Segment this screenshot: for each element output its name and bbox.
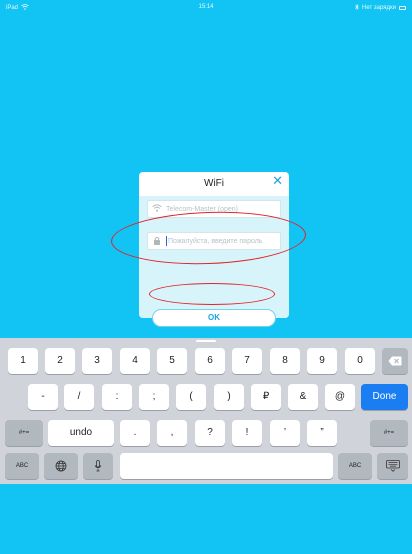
key-exclamation[interactable]: !	[232, 420, 262, 446]
key-4[interactable]: 4	[120, 348, 150, 374]
key-quote[interactable]: ”	[307, 420, 337, 446]
key-colon[interactable]: :	[102, 384, 132, 410]
dialog-title: WiFi	[204, 178, 224, 189]
key-8[interactable]: 8	[270, 348, 300, 374]
key-comma[interactable]: ,	[157, 420, 187, 446]
ok-button[interactable]: OK	[152, 309, 276, 327]
microphone-icon[interactable]	[83, 453, 113, 479]
key-semicolon[interactable]: ;	[139, 384, 169, 410]
key-7[interactable]: 7	[232, 348, 262, 374]
key-5[interactable]: 5	[157, 348, 187, 374]
abc-key-left[interactable]: ABC	[5, 453, 39, 479]
battery-icon	[399, 6, 406, 10]
charging-status: Нет зарядки	[362, 5, 396, 11]
close-icon[interactable]: ✕	[272, 174, 283, 187]
key-slash[interactable]: /	[64, 384, 94, 410]
abc-key-right[interactable]: ABC	[338, 453, 372, 479]
bluetooth-icon	[355, 3, 359, 12]
key-close-paren[interactable]: )	[214, 384, 244, 410]
key-ruble[interactable]: ₽	[251, 384, 281, 410]
backspace-icon[interactable]	[382, 348, 408, 374]
key-open-paren[interactable]: (	[176, 384, 206, 410]
key-ampersand[interactable]: &	[288, 384, 318, 410]
status-bar: iPad 15:14 Нет зарядки	[0, 0, 412, 16]
key-3[interactable]: 3	[82, 348, 112, 374]
wifi-icon	[148, 204, 166, 214]
bottom-background	[0, 484, 412, 554]
key-apostrophe[interactable]: ’	[270, 420, 300, 446]
status-right: Нет зарядки	[355, 3, 406, 12]
undo-key[interactable]: undo	[48, 420, 114, 446]
key-period[interactable]: .	[120, 420, 150, 446]
space-key[interactable]	[120, 453, 333, 479]
key-2[interactable]: 2	[45, 348, 75, 374]
key-0[interactable]: 0	[345, 348, 375, 374]
keyboard-hide-icon[interactable]	[377, 453, 408, 479]
key-dash[interactable]: -	[28, 384, 58, 410]
key-1[interactable]: 1	[8, 348, 38, 374]
key-at[interactable]: @	[325, 384, 355, 410]
keyboard-grabber	[196, 340, 216, 342]
symbols-key-left[interactable]: #+=	[5, 420, 43, 446]
annotation-ring-ok	[149, 283, 275, 305]
globe-icon[interactable]	[44, 453, 78, 479]
key-question[interactable]: ?	[195, 420, 225, 446]
keyboard: 1 2 3 4 5 6 7 8 9 0 - / : ; ( ) ₽ & @ Do…	[0, 338, 412, 484]
done-key[interactable]: Done	[361, 384, 408, 410]
clock: 15:14	[198, 4, 214, 10]
key-9[interactable]: 9	[307, 348, 337, 374]
key-6[interactable]: 6	[195, 348, 225, 374]
symbols-key-right[interactable]: #+=	[370, 420, 408, 446]
